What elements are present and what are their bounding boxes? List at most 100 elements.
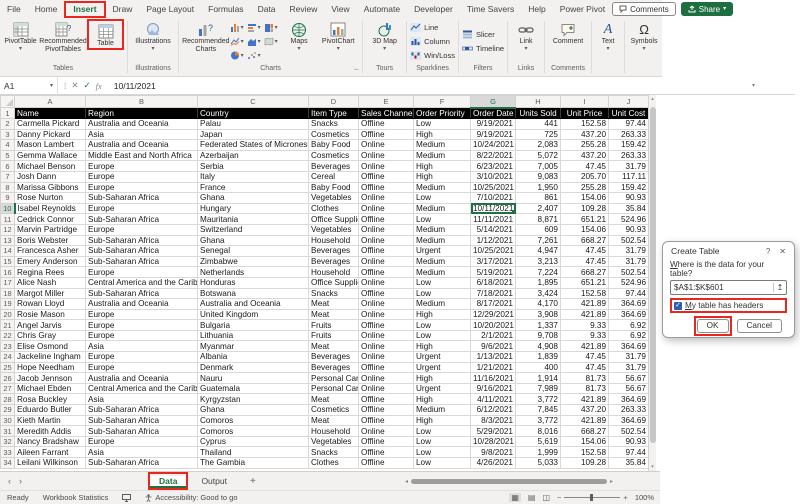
cell-J28[interactable]: 364.69 (608, 393, 649, 406)
cell-F8[interactable]: Medium (413, 182, 471, 194)
cell-B1[interactable]: Region (85, 107, 198, 119)
row-header-19[interactable]: 19 (0, 298, 15, 310)
display-settings-icon[interactable] (115, 493, 138, 502)
cell-G33[interactable]: 9/8/2021 (470, 446, 516, 458)
cell-H30[interactable]: 3,772 (515, 415, 561, 427)
row-header-24[interactable]: 24 (0, 351, 15, 363)
sparkline-line-button[interactable]: Line (410, 21, 455, 34)
cell-G19[interactable]: 8/17/2021 (470, 298, 516, 310)
cell-G26[interactable]: 11/16/2021 (470, 372, 516, 384)
cell-D31[interactable]: Household (308, 425, 359, 437)
cell-C22[interactable]: Lithuania (197, 330, 309, 342)
cell-F29[interactable]: Medium (413, 404, 471, 416)
cell-G11[interactable]: 11/11/2021 (470, 213, 516, 225)
cell-E9[interactable]: Online (358, 192, 414, 204)
cell-A11[interactable]: Cedrick Connor (14, 213, 86, 225)
ok-button[interactable]: OK (696, 319, 729, 333)
cell-G14[interactable]: 10/25/2021 (470, 245, 516, 257)
row-header-4[interactable]: 4 (0, 139, 15, 151)
confirm-entry-icon[interactable]: ✓ (84, 80, 91, 91)
cell-D14[interactable]: Beverages (308, 245, 359, 257)
cell-J5[interactable]: 263.33 (608, 150, 649, 162)
cell-I3[interactable]: 437.20 (560, 129, 609, 141)
cell-A34[interactable]: Leilani Wilkinson (14, 457, 86, 469)
cell-F33[interactable]: Low (413, 446, 471, 458)
cell-F13[interactable]: Medium (413, 235, 471, 247)
cell-D12[interactable]: Vegetables (308, 224, 359, 236)
cell-A16[interactable]: Regina Rees (14, 266, 86, 278)
cell-F2[interactable]: Low (413, 118, 471, 130)
cell-H6[interactable]: 7,005 (515, 160, 561, 172)
cell-C14[interactable]: Senegal (197, 245, 309, 257)
scroll-right-icon[interactable]: ▸ (610, 478, 613, 485)
cell-I14[interactable]: 47.45 (560, 245, 609, 257)
cell-D6[interactable]: Beverages (308, 160, 359, 172)
cell-B20[interactable]: Europe (85, 309, 198, 321)
cell-G2[interactable]: 9/19/2021 (470, 118, 516, 130)
cell-C34[interactable]: The Gambia (197, 457, 309, 469)
cell-A13[interactable]: Boris Webster (14, 235, 86, 247)
cell-H12[interactable]: 609 (515, 224, 561, 236)
sparkline-winloss-button[interactable]: Win/Loss (410, 49, 455, 62)
cell-C27[interactable]: Guatemala (197, 383, 309, 395)
zoom-out-icon[interactable]: − (557, 493, 561, 502)
cell-A18[interactable]: Margot Miller (14, 288, 86, 300)
menu-tab-time-savers[interactable]: Time Savers (460, 0, 521, 18)
cell-D20[interactable]: Meat (308, 309, 359, 321)
cell-F9[interactable]: Low (413, 192, 471, 204)
cell-C19[interactable]: Australia and Oceania (197, 298, 309, 310)
menu-tab-page-layout[interactable]: Page Layout (139, 0, 201, 18)
column-header-A[interactable]: A (14, 95, 86, 108)
menu-tab-automate[interactable]: Automate (357, 0, 407, 18)
workbook-statistics-button[interactable]: Workbook Statistics (36, 493, 116, 502)
column-header-E[interactable]: E (358, 95, 414, 108)
3d-map-button[interactable]: 3D Map ▾ (366, 19, 403, 52)
charts-dialog-launcher-icon[interactable]: ⌙ (354, 65, 359, 75)
cell-C3[interactable]: Japan (197, 129, 309, 141)
cell-D26[interactable]: Personal Care (308, 372, 359, 384)
cell-I11[interactable]: 651.21 (560, 213, 609, 225)
horizontal-scrollbar[interactable]: ◂ ▸ (405, 478, 653, 485)
share-button[interactable]: Share ▾ (680, 2, 734, 16)
cell-F19[interactable]: Medium (413, 298, 471, 310)
cell-D5[interactable]: Cosmetics (308, 150, 359, 162)
row-header-27[interactable]: 27 (0, 382, 15, 395)
cell-J33[interactable]: 97.44 (608, 446, 649, 458)
cell-B31[interactable]: Sub-Saharan Africa (85, 425, 198, 437)
cell-D8[interactable]: Baby Food (308, 182, 359, 194)
menu-tab-formulas[interactable]: Formulas (201, 0, 250, 18)
cell-D34[interactable]: Clothes (308, 457, 359, 469)
row-header-23[interactable]: 23 (0, 340, 15, 353)
cell-E22[interactable]: Online (358, 330, 414, 342)
row-header-7[interactable]: 7 (0, 170, 15, 183)
cell-I25[interactable]: 47.45 (560, 362, 609, 374)
cell-D18[interactable]: Snacks (308, 288, 359, 300)
cell-J30[interactable]: 364.69 (608, 415, 649, 427)
cell-G31[interactable]: 5/29/2021 (470, 425, 516, 437)
cell-F23[interactable]: High (413, 340, 471, 353)
cell-C26[interactable]: Nauru (197, 372, 309, 384)
cell-G22[interactable]: 2/1/2021 (470, 330, 516, 342)
cell-I21[interactable]: 9.33 (560, 319, 609, 331)
cell-H7[interactable]: 9,083 (515, 171, 561, 183)
cell-F15[interactable]: Medium (413, 256, 471, 268)
cell-I22[interactable]: 9.33 (560, 330, 609, 342)
formula-more-icon[interactable]: ⁞ (64, 81, 66, 91)
cell-F16[interactable]: Medium (413, 266, 471, 278)
cell-C1[interactable]: Country (197, 107, 309, 119)
cell-I34[interactable]: 109.28 (560, 457, 609, 469)
cell-I31[interactable]: 668.27 (560, 425, 609, 437)
cell-E26[interactable]: Online (358, 372, 414, 384)
range-picker-icon[interactable]: ↥ (773, 283, 786, 292)
cell-F25[interactable]: Urgent (413, 362, 471, 374)
cell-D10[interactable]: Clothes (308, 203, 359, 215)
dialog-close-icon[interactable]: ✕ (779, 247, 786, 256)
row-header-15[interactable]: 15 (0, 255, 15, 268)
timeline-button[interactable]: Timeline (462, 42, 504, 55)
cell-D13[interactable]: Household (308, 235, 359, 247)
cell-J15[interactable]: 31.79 (608, 256, 649, 268)
cell-H22[interactable]: 9,708 (515, 330, 561, 342)
cell-C24[interactable]: Albania (197, 351, 309, 363)
sparkline-column-button[interactable]: Column (410, 35, 455, 48)
row-header-17[interactable]: 17 (0, 276, 15, 289)
